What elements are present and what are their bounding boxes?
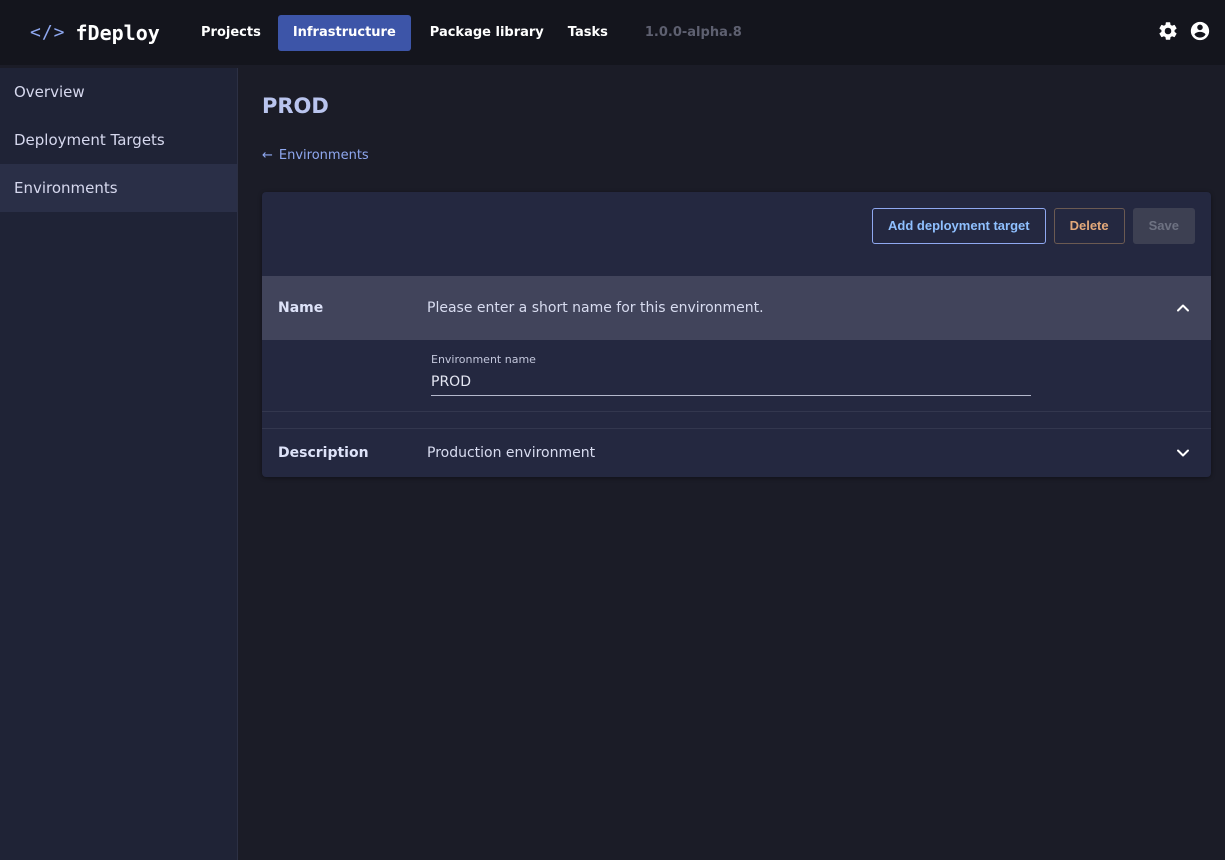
- add-deployment-target-button[interactable]: Add deployment target: [872, 208, 1046, 244]
- name-section-summary: Please enter a short name for this envir…: [427, 300, 764, 316]
- nav-infrastructure[interactable]: Infrastructure: [277, 14, 411, 51]
- account-circle-icon[interactable]: [1189, 20, 1211, 42]
- description-section-summary: Production environment: [427, 445, 596, 461]
- sidebar-item-overview[interactable]: Overview: [0, 68, 237, 116]
- description-section-header[interactable]: Description Production environment: [262, 428, 1211, 477]
- environment-name-label: Environment name: [431, 353, 536, 366]
- sidebar-item-deployment-targets[interactable]: Deployment Targets: [0, 116, 237, 164]
- top-bar: </> fDeploy Projects Infrastructure Pack…: [0, 0, 1225, 65]
- nav-projects[interactable]: Projects: [190, 15, 272, 51]
- name-section-label: Name: [278, 300, 324, 316]
- description-section-label: Description: [278, 445, 369, 461]
- delete-button[interactable]: Delete: [1053, 208, 1125, 244]
- save-button[interactable]: Save: [1132, 208, 1195, 244]
- chevron-up-icon: [1177, 304, 1189, 312]
- environment-card: Add deployment target Delete Save Name P…: [262, 192, 1211, 477]
- sidebar-item-environments[interactable]: Environments: [0, 164, 237, 212]
- top-icons: [1157, 20, 1211, 42]
- sidebar: Overview Deployment Targets Environments: [0, 68, 238, 860]
- nav-tasks[interactable]: Tasks: [557, 15, 619, 51]
- name-section-body: Environment name: [262, 340, 1211, 412]
- version-label: 1.0.0-alpha.8: [644, 25, 742, 40]
- page-title: PROD: [262, 94, 329, 118]
- gear-icon[interactable]: [1157, 20, 1179, 42]
- back-link-label: Environments: [278, 148, 369, 163]
- main-nav: Projects Infrastructure Package library …: [190, 0, 742, 65]
- environment-name-field[interactable]: [431, 368, 1031, 396]
- back-to-environments-link[interactable]: ← Environments: [262, 148, 369, 163]
- name-section-header[interactable]: Name Please enter a short name for this …: [262, 276, 1211, 340]
- nav-package-library[interactable]: Package library: [419, 15, 555, 51]
- brand-name: fDeploy: [75, 20, 160, 45]
- chevron-down-icon: [1177, 449, 1189, 457]
- brand-logo[interactable]: </> fDeploy: [30, 0, 190, 65]
- arrow-left-icon: ←: [262, 148, 273, 163]
- code-icon: </>: [30, 22, 66, 43]
- action-toolbar: Add deployment target Delete Save: [872, 208, 1195, 244]
